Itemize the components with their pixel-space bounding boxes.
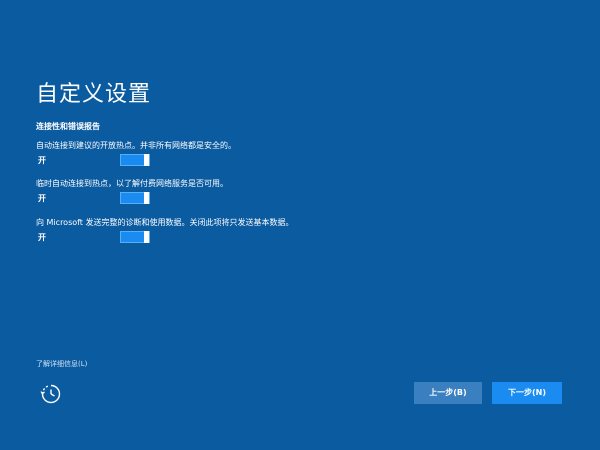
ease-of-access-button[interactable] <box>40 383 62 405</box>
hotspots-toggle[interactable] <box>120 154 150 166</box>
setting-description: 自动连接到建议的开放热点。并非所有网络都是安全的。 <box>36 141 236 150</box>
toggle-knob <box>144 231 149 243</box>
section-heading: 连接性和错误报告 <box>36 122 100 131</box>
setting-description: 临时自动连接到热点，以了解付费网络服务是否可用。 <box>36 179 228 188</box>
toggle-knob <box>144 154 149 166</box>
setting-paid-networks: 临时自动连接到热点，以了解付费网络服务是否可用。 开 <box>36 178 436 212</box>
ease-of-access-icon <box>40 384 61 404</box>
setting-description: 向 Microsoft 发送完整的诊断和使用数据。关闭此项将只发送基本数据。 <box>36 218 294 227</box>
setting-state-label: 开 <box>38 156 46 165</box>
toggle-knob <box>144 192 149 204</box>
page-title: 自定义设置 <box>36 82 152 107</box>
back-button[interactable]: 上一步(B) <box>414 382 482 404</box>
oobe-screen: 自定义设置 连接性和错误报告 自动连接到建议的开放热点。并非所有网络都是安全的。… <box>0 0 600 450</box>
learn-more-link[interactable]: 了解详细信息(L) <box>36 359 87 369</box>
diagnostics-toggle[interactable] <box>120 231 150 243</box>
setting-hotspots: 自动连接到建议的开放热点。并非所有网络都是安全的。 开 <box>36 140 436 174</box>
setting-state-label: 开 <box>38 194 46 203</box>
setting-diagnostics: 向 Microsoft 发送完整的诊断和使用数据。关闭此项将只发送基本数据。 开 <box>36 217 436 251</box>
paid-networks-toggle[interactable] <box>120 192 150 204</box>
next-button[interactable]: 下一步(N) <box>492 382 562 404</box>
setting-state-label: 开 <box>38 233 46 242</box>
